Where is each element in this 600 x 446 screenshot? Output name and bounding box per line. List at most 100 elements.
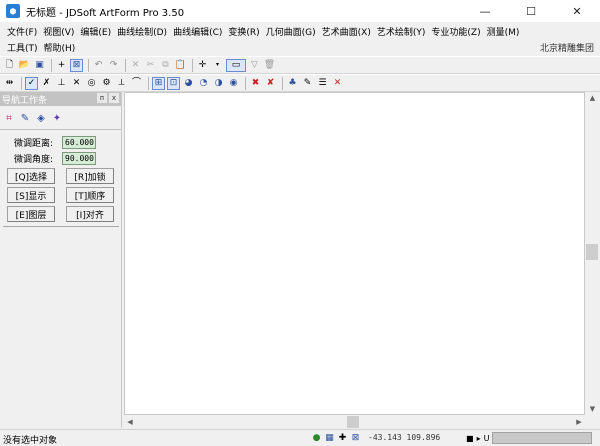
fine-angle-input[interactable]: 90.000 (62, 152, 96, 165)
circle-target-icon[interactable]: ◎ (85, 77, 98, 90)
filter-icon[interactable]: ▽ (248, 59, 261, 72)
select-button[interactable]: [Q]选择 (7, 168, 55, 184)
menu-curve-draw[interactable]: 曲线绘制(D) (114, 25, 170, 38)
toolbar-separator (148, 76, 149, 90)
layer-list-icon[interactable]: ☰ (316, 77, 329, 90)
menu-view[interactable]: 视图(V) (40, 25, 77, 38)
scroll-down-icon[interactable]: ▼ (585, 403, 600, 415)
frame-icon[interactable]: ⊠ (350, 432, 361, 443)
toolbar-separator (51, 58, 52, 72)
menu-file[interactable]: 文件(F) (4, 25, 40, 38)
toolbar-separator (125, 58, 126, 72)
menu-help[interactable]: 帮助(H) (41, 41, 79, 54)
open-file-icon[interactable]: 📂 (18, 59, 31, 72)
grid-snap-icon[interactable]: ⊞ (152, 76, 165, 90)
grid-icon[interactable]: ▦ (324, 432, 335, 443)
scroll-left-icon[interactable]: ◀ (124, 415, 136, 429)
menu-professional[interactable]: 专业功能(Z) (428, 25, 483, 38)
menu-edit[interactable]: 编辑(E) (77, 25, 114, 38)
menu-art-draw[interactable]: 艺术绘制(Y) (374, 25, 429, 38)
fine-distance-row: 微调距离: 60.000 (14, 136, 96, 149)
layer-button[interactable]: [E]图层 (7, 206, 55, 222)
vertical-scroll-thumb[interactable] (586, 244, 598, 260)
cross-check-icon[interactable]: ✗ (40, 77, 53, 90)
tab-layer-icon[interactable]: ◈ (35, 112, 47, 124)
menu-row-main: 文件(F) 视图(V) 编辑(E) 曲线绘制(D) 曲线编辑(C) 变换(R) … (4, 25, 522, 38)
order-button[interactable]: [T]顺序 (66, 187, 114, 203)
horizontal-scroll-thumb[interactable] (347, 416, 359, 428)
globe-icon[interactable]: ● (311, 432, 322, 443)
vertical-scrollbar[interactable]: ▲ ▼ (585, 92, 600, 415)
menu-tools[interactable]: 工具(T) (4, 41, 41, 54)
minimize-button[interactable]: — (462, 0, 508, 22)
measure-icon[interactable]: ♣ (286, 77, 299, 90)
toolbar-separator (192, 58, 193, 72)
gear-target-icon[interactable]: ⚙ (100, 77, 113, 90)
nav-panel-title: 导航工作条 (2, 95, 48, 106)
delete-x-icon[interactable]: ✕ (331, 77, 344, 90)
play-icon[interactable]: ▸ (477, 434, 481, 443)
snap-cross-icon[interactable]: ✛ (196, 59, 209, 72)
undo-icon[interactable]: ↶ (92, 59, 105, 72)
lasso-minus-icon[interactable]: ◑ (212, 77, 225, 90)
app-icon: ⬢ (6, 4, 20, 18)
copy-icon[interactable]: ⧉ (159, 59, 172, 72)
menu-transform[interactable]: 变换(R) (225, 25, 262, 38)
grid-snap-alt-icon[interactable]: ⊡ (167, 76, 180, 90)
pin-icon[interactable]: ᴨ (97, 93, 107, 103)
close-icon[interactable]: x (109, 93, 119, 103)
view-box-icon[interactable]: ▭ (226, 58, 246, 72)
navigation-panel: 导航工作条 ᴨ x ⌗ ✎ ◈ ✦ 微调距离: 60.000 微调角度: 90.… (0, 92, 122, 428)
perpendicular-icon[interactable]: ⟂ (115, 77, 128, 90)
menu-row-secondary: 工具(T) 帮助(H) (4, 41, 78, 54)
pin-icon[interactable]: ◉ (227, 77, 240, 90)
status-indicator-icon: ■ (466, 433, 474, 443)
new-file-icon[interactable]: 🗋 (3, 59, 16, 72)
delete-icon[interactable]: ✕ (129, 59, 142, 72)
cut-icon[interactable]: ✂ (144, 59, 157, 72)
trash-icon[interactable]: 🗑 (263, 59, 276, 72)
x-line-icon[interactable]: ✕ (70, 77, 83, 90)
fine-distance-input[interactable]: 60.000 (62, 136, 96, 149)
menu-curve-edit[interactable]: 曲线编辑(C) (170, 25, 225, 38)
scroll-up-icon[interactable]: ▲ (585, 92, 600, 104)
standard-toolbar: 🗋 📂 ▣ + ⊠ ↶ ↷ ✕ ✂ ⧉ 📋 ✛ ▾ ▭ ▽ 🗑 (0, 56, 600, 74)
fine-angle-row: 微调角度: 90.000 (14, 152, 96, 165)
arrow-pick-icon[interactable]: ⇹ (3, 77, 16, 90)
fine-angle-label: 微调角度: (14, 155, 54, 165)
close-button[interactable]: ✕ (554, 0, 600, 22)
lock-button[interactable]: [R]加锁 (66, 168, 114, 184)
lasso-icon[interactable]: ◕ (182, 77, 195, 90)
check-icon[interactable]: ✓ (25, 76, 38, 90)
horizontal-scrollbar[interactable]: ◀ ▶ (124, 415, 600, 429)
add-icon[interactable]: + (55, 59, 68, 72)
tab-select-icon[interactable]: ⌗ (3, 112, 15, 124)
tab-tools-icon[interactable]: ✦ (51, 112, 63, 124)
save-icon[interactable]: ▣ (33, 59, 46, 72)
nav-tabs: ⌗ ✎ ◈ ✦ (0, 106, 121, 130)
maximize-button[interactable]: ☐ (508, 0, 554, 22)
window-title: 无标题 - JDSoft ArtForm Pro 3.50 (26, 7, 185, 19)
tab-edit-icon[interactable]: ✎ (19, 112, 31, 124)
pin-x-icon[interactable]: ✖ (249, 77, 262, 90)
display-button[interactable]: [S]显示 (7, 187, 55, 203)
menu-art-surface[interactable]: 艺术曲面(X) (319, 25, 374, 38)
snap-plus-icon[interactable]: ✚ (337, 432, 348, 443)
title-bar: ⬢ 无标题 - JDSoft ArtForm Pro 3.50 — ☐ ✕ (0, 0, 600, 22)
chevron-down-icon[interactable]: ▾ (211, 59, 224, 72)
redo-icon[interactable]: ↷ (107, 59, 120, 72)
scroll-right-icon[interactable]: ▶ (573, 415, 585, 429)
lasso-plus-icon[interactable]: ◔ (197, 77, 210, 90)
drawing-canvas[interactable] (124, 92, 585, 415)
plus-line-icon[interactable]: ⊥ (55, 77, 68, 90)
window-icon[interactable]: ⊠ (70, 58, 83, 72)
tangent-icon[interactable]: ⌒ (130, 77, 143, 90)
menu-measure[interactable]: 测量(M) (484, 25, 523, 38)
paste-icon[interactable]: 📋 (174, 59, 187, 72)
layer-icon[interactable]: ✎ (301, 77, 314, 90)
brush-icon[interactable]: ✘ (264, 77, 277, 90)
align-button[interactable]: [I]对齐 (66, 206, 114, 222)
menu-geometric-surface[interactable]: 几何曲面(G) (263, 25, 319, 38)
unit-label: U (483, 433, 490, 443)
panel-divider (3, 226, 119, 227)
